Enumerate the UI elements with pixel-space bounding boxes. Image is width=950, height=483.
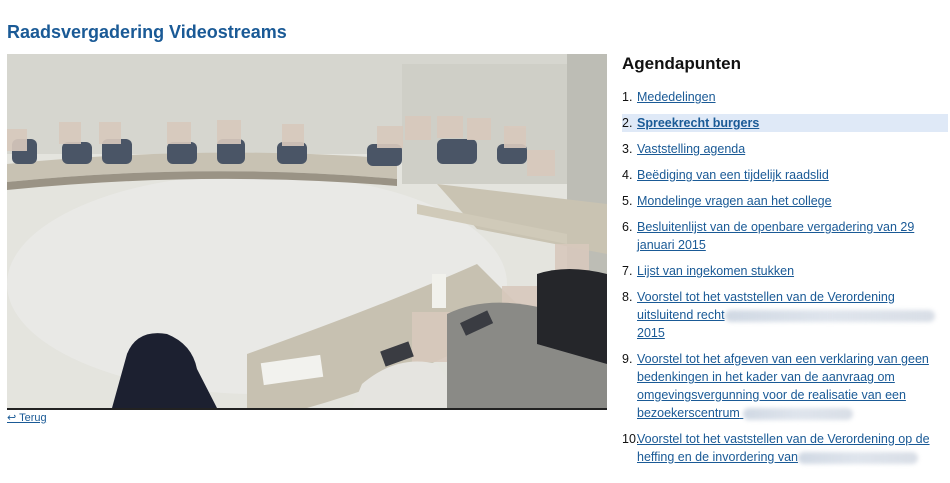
agenda-item-link[interactable]: Mondelinge vragen aan het college	[637, 194, 832, 208]
agenda-item-number: 1.	[622, 90, 633, 104]
agenda-item: 9. Voorstel tot het afgeven van een verk…	[622, 350, 948, 422]
agenda-item-link[interactable]: Voorstel tot het vaststellen van de Vero…	[637, 432, 930, 464]
agenda-item-link[interactable]: Mededelingen	[637, 90, 716, 104]
agenda-item: 3. Vaststelling agenda	[622, 140, 948, 158]
agenda-item-number: 4.	[622, 168, 633, 182]
agenda-item-number: 2.	[622, 116, 633, 130]
agenda-item-link[interactable]: Voorstel tot het vaststellen van de Vero…	[637, 290, 935, 340]
agenda-item-active: 2. Spreekrecht burgers	[622, 114, 948, 132]
redacted-text	[724, 309, 935, 322]
agenda-item-number: 7.	[622, 264, 633, 278]
agenda-item-link[interactable]: Voorstel tot het afgeven van een verklar…	[637, 352, 929, 420]
agenda-panel: Agendapunten 1. Mededelingen 2. Spreekre…	[622, 54, 948, 474]
agenda-item: 4. Beëdiging van een tijdelijk raadslid	[622, 166, 948, 184]
page-title: Raadsvergadering Videostreams	[7, 22, 287, 42]
agenda-item-link[interactable]: Besluitenlijst van de openbare vergaderi…	[637, 220, 914, 252]
agenda-item-number: 5.	[622, 194, 633, 208]
agenda-item: 10. Voorstel tot het vaststellen van de …	[622, 430, 948, 466]
back-link[interactable]: ↩ Terug	[7, 411, 47, 424]
agenda-item: 6. Besluitenlijst van de openbare vergad…	[622, 218, 948, 254]
agenda-item: 5. Mondelinge vragen aan het college	[622, 192, 948, 210]
agenda-item-number: 3.	[622, 142, 633, 156]
agenda-item-link[interactable]: Vaststelling agenda	[637, 142, 745, 156]
agenda-item-label-tail: 2015	[637, 326, 665, 340]
agenda-item-link[interactable]: Spreekrecht burgers	[637, 116, 759, 130]
agenda-item-number: 9.	[622, 352, 633, 366]
redacted-text	[798, 451, 918, 464]
agenda-title: Agendapunten	[622, 54, 741, 73]
agenda-item: 8. Voorstel tot het vaststellen van de V…	[622, 288, 948, 342]
agenda-item: 7. Lijst van ingekomen stukken	[622, 262, 948, 280]
video-frame	[7, 54, 607, 408]
redacted-text	[743, 407, 854, 420]
agenda-item: 1. Mededelingen	[622, 88, 948, 106]
video-player[interactable]	[7, 54, 607, 410]
agenda-item-link[interactable]: Lijst van ingekomen stukken	[637, 264, 794, 278]
agenda-item-link[interactable]: Beëdiging van een tijdelijk raadslid	[637, 168, 829, 182]
agenda-item-number: 8.	[622, 290, 633, 304]
agenda-list: 1. Mededelingen 2. Spreekrecht burgers 3…	[622, 88, 948, 466]
agenda-item-number: 6.	[622, 220, 633, 234]
agenda-item-number: 10.	[622, 432, 640, 446]
